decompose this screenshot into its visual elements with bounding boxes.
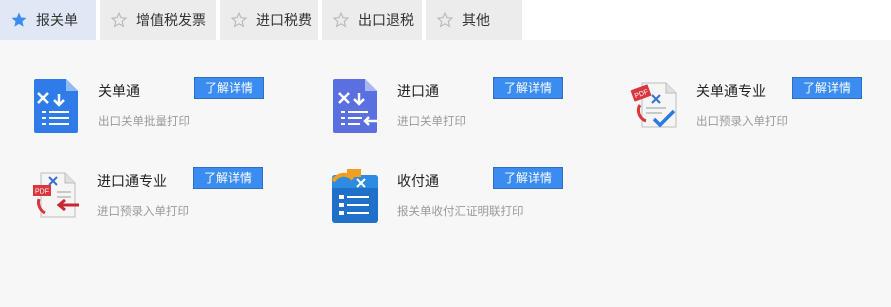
document-download-icon <box>32 77 82 135</box>
tab-import-tax[interactable]: 进口税费 <box>220 0 320 40</box>
tab-other[interactable]: 其他 <box>426 0 524 40</box>
details-button[interactable]: 了解详情 <box>493 167 563 189</box>
details-button[interactable]: 了解详情 <box>792 77 862 99</box>
tab-label: 增值税发票 <box>136 13 206 29</box>
product-description: 出口预录入单打印 <box>696 114 788 128</box>
product-description: 进口关单打印 <box>397 114 466 128</box>
details-button[interactable]: 了解详情 <box>194 77 264 99</box>
pdf-arrow-icon: PDF <box>31 167 81 225</box>
details-button[interactable]: 了解详情 <box>193 167 263 189</box>
product-panel: 关单通 了解详情 出口关单批量打印 进口通 了解详情 进口关单打印 PDF 关单… <box>0 40 891 307</box>
tab-customs-declaration[interactable]: 报关单 <box>0 0 98 40</box>
svg-text:PDF: PDF <box>35 189 49 196</box>
product-description: 进口预录入单打印 <box>97 204 189 218</box>
tab-export-rebate[interactable]: 出口退税 <box>322 0 424 40</box>
product-card: PDF 关单通专业 了解详情 出口预录入单打印 <box>630 77 891 157</box>
product-name: 进口通专业 <box>97 174 167 190</box>
pdf-check-icon: PDF <box>630 77 680 135</box>
product-card: PDF 进口通专业 了解详情 进口预录入单打印 <box>31 167 321 247</box>
product-description: 报关单收付汇证明联打印 <box>397 204 524 218</box>
tab-label: 其他 <box>462 13 490 29</box>
star-outline-icon <box>436 11 454 29</box>
star-outline-icon <box>230 11 248 29</box>
star-outline-icon <box>110 11 128 29</box>
product-name: 关单通 <box>98 84 140 100</box>
star-outline-icon <box>332 11 350 29</box>
product-name: 关单通专业 <box>696 84 766 100</box>
tab-label: 出口退税 <box>358 13 414 29</box>
product-name: 收付通 <box>397 174 439 190</box>
product-description: 出口关单批量打印 <box>98 114 190 128</box>
tab-label: 进口税费 <box>256 13 312 29</box>
product-card: 收付通 了解详情 报关单收付汇证明联打印 <box>331 167 621 247</box>
clipboard-list-icon <box>331 167 381 225</box>
tab-label: 报关单 <box>36 13 78 29</box>
details-button[interactable]: 了解详情 <box>493 77 563 99</box>
product-card: 关单通 了解详情 出口关单批量打印 <box>32 77 322 157</box>
tab-vat-invoice[interactable]: 增值税发票 <box>100 0 218 40</box>
document-import-icon <box>331 77 381 135</box>
product-card: 进口通 了解详情 进口关单打印 <box>331 77 621 157</box>
tab-bar: 报关单 增值税发票 进口税费 出口退税 其他 <box>0 0 891 40</box>
product-name: 进口通 <box>397 84 439 100</box>
star-filled-icon <box>10 11 28 29</box>
